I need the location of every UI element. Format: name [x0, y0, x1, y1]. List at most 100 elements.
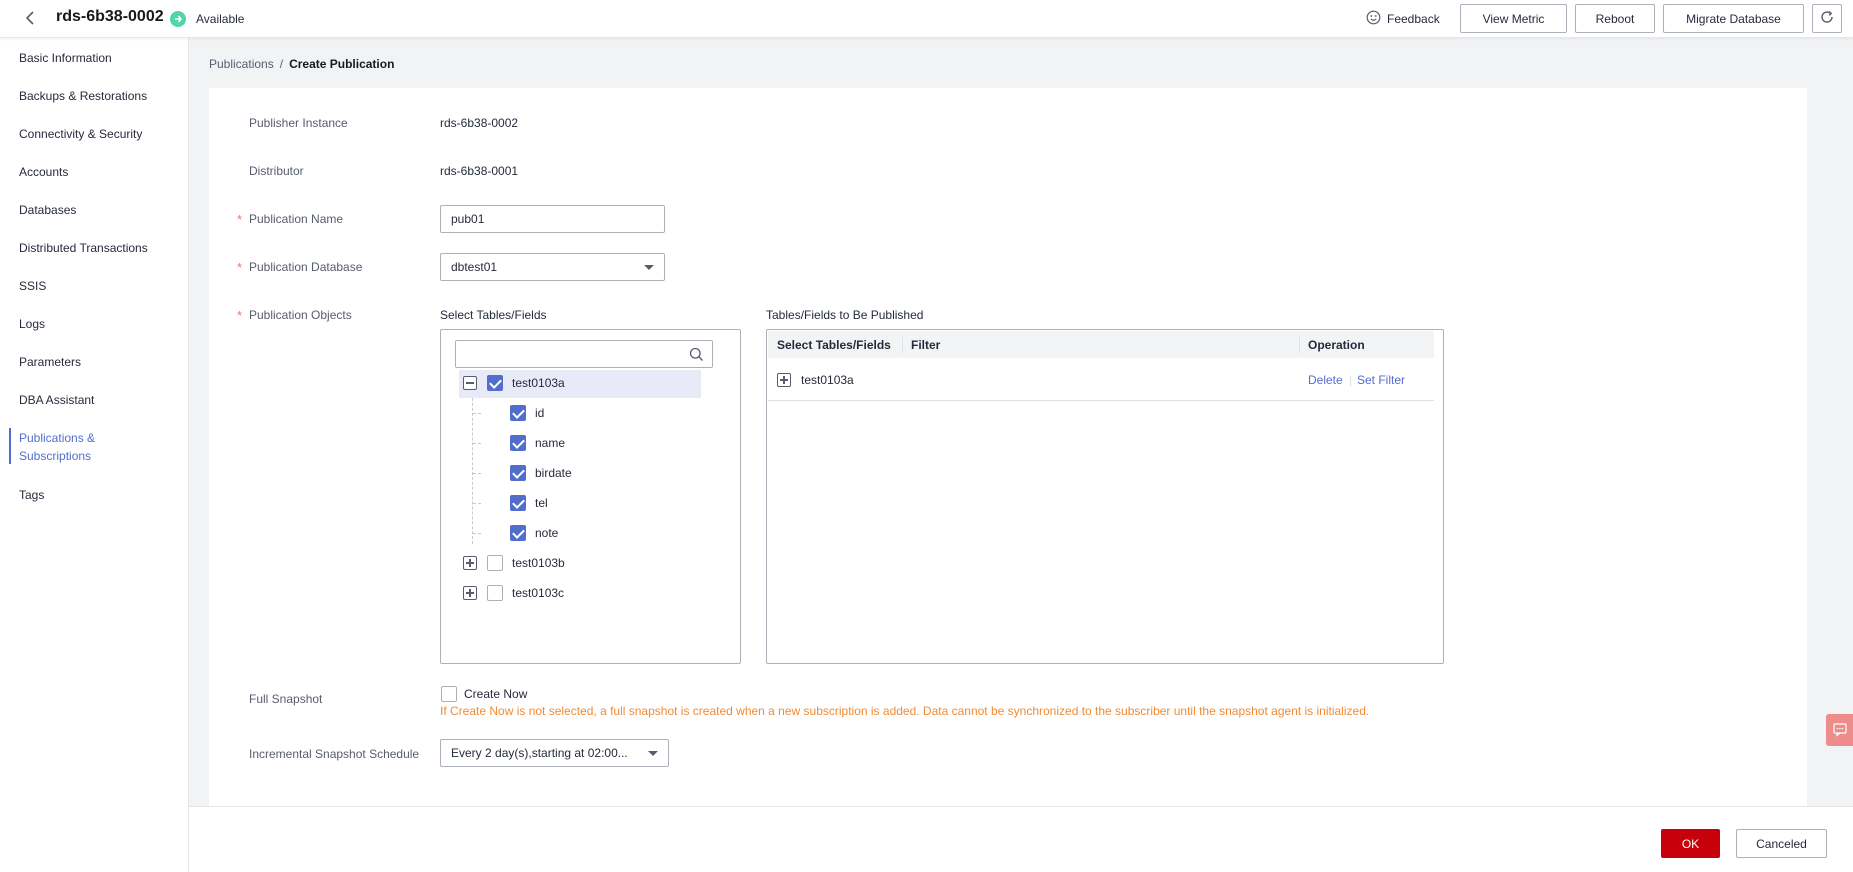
delete-link[interactable]: Delete	[1308, 373, 1343, 387]
table-name: test0103c	[512, 586, 565, 600]
feedback-label: Feedback	[1387, 12, 1440, 26]
incremental-schedule-select[interactable]: Every 2 day(s),starting at 02:00...	[440, 739, 669, 767]
breadcrumb-publications-link[interactable]: Publications	[209, 57, 274, 71]
column-divider	[1299, 337, 1300, 353]
full-snapshot-label: Full Snapshot	[249, 692, 323, 706]
sidebar-item-ssis[interactable]: SSIS	[19, 277, 46, 295]
sidebar-item-backups-restorations[interactable]: Backups & Restorations	[19, 87, 147, 105]
feedback-link[interactable]: Feedback	[1366, 10, 1440, 28]
sidebar-item-accounts[interactable]: Accounts	[19, 163, 68, 181]
full-snapshot-hint: If Create Now is not selected, a full sn…	[440, 704, 1370, 718]
sidebar-item-logs[interactable]: Logs	[19, 315, 45, 333]
smiley-icon	[1366, 10, 1381, 28]
chat-icon	[1832, 721, 1848, 740]
tree-node-field[interactable]: tel	[510, 495, 548, 511]
breadcrumb-separator: /	[279, 57, 284, 71]
column-divider	[902, 337, 903, 353]
tree-search-input[interactable]	[455, 340, 713, 368]
table-name: test0103b	[512, 556, 565, 570]
search-icon[interactable]	[689, 347, 704, 365]
table-checkbox[interactable]	[487, 585, 503, 601]
sidebar-item-dba-assistant[interactable]: DBA Assistant	[19, 391, 94, 409]
tree-connector	[473, 443, 481, 444]
select-tables-title: Select Tables/Fields	[440, 308, 547, 322]
tree-node-field[interactable]: note	[510, 525, 558, 541]
footer-bar	[189, 806, 1853, 872]
instance-title: rds-6b38-0002	[56, 8, 164, 25]
collapse-icon[interactable]	[463, 376, 477, 390]
sidebar-item-connectivity-security[interactable]: Connectivity & Security	[19, 125, 142, 143]
field-name: birdate	[535, 466, 572, 480]
sidebar-item-label-line2: Subscriptions	[19, 449, 92, 463]
field-checkbox[interactable]	[510, 405, 526, 421]
field-checkbox[interactable]	[510, 435, 526, 451]
publication-database-value: dbtest01	[451, 260, 498, 274]
tree-connector	[473, 473, 481, 474]
expand-icon[interactable]	[463, 556, 477, 570]
migrate-database-button[interactable]: Migrate Database	[1663, 4, 1804, 33]
tree-node-table[interactable]: test0103b	[463, 555, 565, 571]
refresh-button[interactable]	[1812, 4, 1842, 33]
publication-database-select[interactable]: dbtest01	[440, 253, 665, 281]
publication-database-label: Publication Database	[249, 260, 363, 274]
sidebar-item-distributed-transactions[interactable]: Distributed Transactions	[19, 239, 148, 257]
tree-node-table[interactable]: test0103a	[463, 375, 565, 391]
chevron-left-icon[interactable]	[22, 8, 40, 28]
table-row: test0103a Delete | Set Filter	[768, 358, 1434, 401]
tree-connector	[473, 533, 481, 534]
operation-separator: |	[1349, 373, 1353, 387]
sidebar-item-databases[interactable]: Databases	[19, 201, 76, 219]
publication-name-input[interactable]: pub01	[440, 205, 665, 233]
table-name: test0103a	[512, 376, 565, 390]
arrow-right-circle-icon	[170, 11, 186, 27]
incremental-schedule-value: Every 2 day(s),starting at 02:00...	[451, 746, 628, 760]
field-checkbox[interactable]	[510, 495, 526, 511]
reboot-button[interactable]: Reboot	[1575, 4, 1655, 33]
expand-icon[interactable]	[777, 373, 791, 387]
distributor-value: rds-6b38-0001	[440, 164, 519, 178]
expand-icon[interactable]	[463, 586, 477, 600]
publisher-instance-value: rds-6b38-0002	[440, 116, 519, 130]
publication-objects-label: Publication Objects	[249, 308, 352, 322]
tree-node-field[interactable]: id	[510, 405, 544, 421]
publisher-instance-label: Publisher Instance	[249, 116, 348, 130]
refresh-icon	[1819, 9, 1835, 28]
sidebar-item-publications-subscriptions[interactable]: Publications & Subscriptions	[19, 429, 95, 465]
column-header-select-tables: Select Tables/Fields	[777, 338, 891, 352]
field-name: id	[535, 406, 545, 420]
published-tables-panel: Select Tables/Fields Filter Operation te…	[766, 329, 1444, 664]
sidebar-item-tags[interactable]: Tags	[19, 486, 44, 504]
required-marker: *	[237, 308, 243, 323]
caret-down-icon	[644, 264, 654, 270]
create-now-checkbox[interactable]	[441, 686, 457, 702]
cancel-button[interactable]: Canceled	[1736, 829, 1827, 858]
tree-node-field[interactable]: name	[510, 435, 565, 451]
create-now-label[interactable]: Create Now	[464, 687, 527, 701]
view-metric-button[interactable]: View Metric	[1460, 4, 1567, 33]
status-text: Available	[196, 12, 245, 26]
set-filter-link[interactable]: Set Filter	[1357, 373, 1405, 387]
published-table-name: test0103a	[801, 373, 854, 387]
sidebar-item-parameters[interactable]: Parameters	[19, 353, 81, 371]
publication-name-label: Publication Name	[249, 212, 344, 226]
floating-chat-tab[interactable]	[1826, 714, 1853, 746]
field-checkbox[interactable]	[510, 465, 526, 481]
tree-node-table[interactable]: test0103c	[463, 585, 564, 601]
incremental-schedule-label: Incremental Snapshot Schedule	[249, 747, 420, 761]
sidebar-item-basic-information[interactable]: Basic Information	[19, 49, 112, 67]
distributor-label: Distributor	[249, 164, 304, 178]
table-checkbox[interactable]	[487, 555, 503, 571]
tree-connector	[473, 503, 481, 504]
table-checkbox[interactable]	[487, 375, 503, 391]
field-name: note	[535, 526, 559, 540]
table-tree-panel: test0103a id name birdate tel note test0…	[440, 329, 741, 664]
tree-node-field[interactable]: birdate	[510, 465, 572, 481]
breadcrumb: Publications / Create Publication	[209, 57, 394, 71]
field-checkbox[interactable]	[510, 525, 526, 541]
breadcrumb-current: Create Publication	[289, 57, 395, 71]
published-tables-title: Tables/Fields to Be Published	[766, 308, 924, 322]
column-header-operation: Operation	[1308, 338, 1365, 352]
published-table-header: Select Tables/Fields Filter Operation	[768, 331, 1434, 358]
ok-button[interactable]: OK	[1661, 829, 1720, 858]
required-marker: *	[237, 212, 243, 227]
